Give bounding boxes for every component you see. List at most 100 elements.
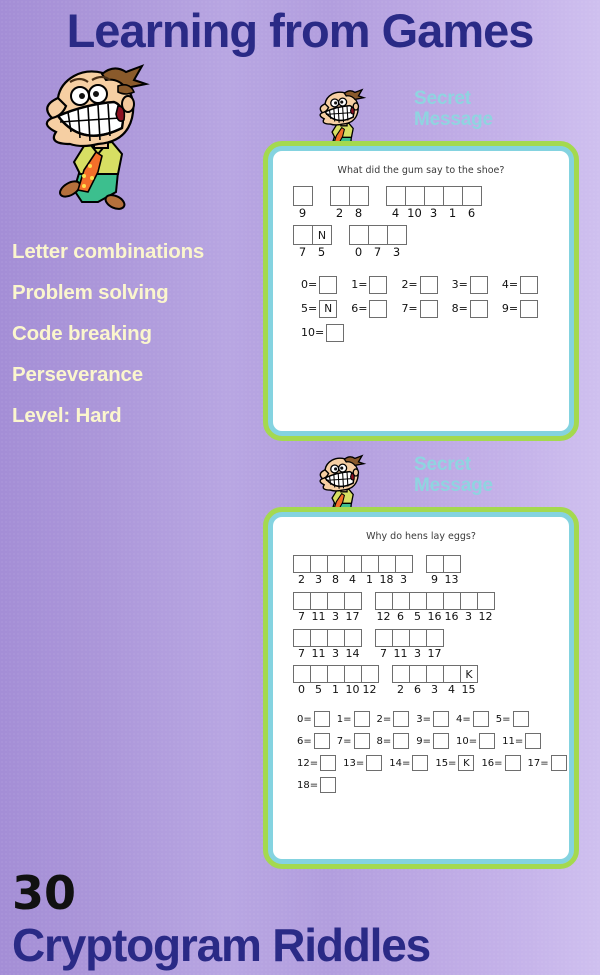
letter-box[interactable] [426,591,444,610]
letter-box[interactable] [293,555,311,573]
letter-box[interactable] [424,186,444,206]
key-box[interactable]: K [458,755,475,771]
letter-box[interactable] [392,628,410,647]
letter-box[interactable] [462,186,482,206]
key-label: 5= [495,713,511,725]
cipher-cell: 4 [386,186,406,220]
letter-box[interactable] [409,665,427,684]
letter-box[interactable] [361,555,379,573]
letter-box[interactable] [293,628,311,647]
letter-box[interactable] [344,555,362,573]
letter-box[interactable] [443,665,461,684]
letter-box[interactable] [443,591,461,610]
letter-box[interactable] [293,665,311,684]
letter-box[interactable] [344,628,362,647]
key-box[interactable] [419,299,438,318]
letter-box[interactable] [409,591,427,610]
cipher-number: 11 [311,609,326,623]
letter-box[interactable] [310,665,328,684]
key-box[interactable] [369,299,388,318]
key-box[interactable] [326,323,345,342]
key-box[interactable] [520,275,539,294]
cipher-number: 3 [332,646,339,660]
key-box[interactable] [319,275,338,294]
key-box[interactable] [550,755,567,771]
letter-box[interactable] [293,225,313,246]
cipher-number: 13 [444,573,459,586]
cipher-number: 3 [429,206,438,220]
key-box[interactable]: N [319,299,338,318]
letter-box[interactable] [409,628,427,647]
letter-box[interactable] [386,186,406,206]
letter-box[interactable] [375,628,393,647]
letter-box[interactable] [344,665,362,684]
letter-box[interactable] [344,591,362,610]
key-box[interactable] [313,733,330,749]
key-box[interactable] [353,711,370,727]
cipher-key-item: 9= [416,733,449,749]
letter-box[interactable] [327,665,345,684]
letter-box[interactable]: N [312,225,332,246]
letter-box[interactable] [426,555,444,573]
letter-box[interactable] [310,628,328,647]
letter-box[interactable] [477,591,495,610]
cipher-number: 12 [478,609,493,623]
letter-box[interactable] [392,665,410,684]
letter-box[interactable] [375,591,393,610]
letter-box[interactable] [426,665,444,684]
key-box[interactable] [469,275,488,294]
key-box[interactable] [433,711,449,727]
key-box[interactable] [504,755,521,771]
key-box[interactable] [313,711,330,727]
cipher-number: 5 [315,683,322,697]
key-box[interactable] [393,711,410,727]
letter-box[interactable] [349,225,369,246]
letter-box[interactable] [426,628,444,647]
key-box[interactable] [412,755,429,771]
letter-box[interactable] [405,186,425,206]
puzzle-card-1: Secret Message What did the gum say to t… [263,88,584,441]
cipher-cell: 5 [310,665,328,697]
key-box[interactable] [320,777,337,793]
letter-box[interactable] [293,186,313,206]
key-box[interactable] [512,711,529,727]
cipher-cell: 0 [293,665,311,697]
letter-box[interactable] [310,555,328,573]
cipher-number: 8 [354,206,363,220]
letter-box[interactable] [387,225,407,246]
letter-box[interactable] [349,186,369,206]
letter-box[interactable] [378,555,396,573]
letter-box[interactable] [443,555,461,573]
cipher-number: 7 [298,609,305,623]
letter-box[interactable] [368,225,388,246]
letter-box[interactable] [460,591,478,610]
letter-box[interactable] [395,555,413,573]
cipher-cell: 10 [405,186,425,220]
key-box[interactable] [520,299,539,318]
letter-box[interactable] [443,186,463,206]
letter-box[interactable] [327,628,345,647]
letter-box[interactable] [361,665,379,684]
key-box[interactable] [419,275,438,294]
key-box[interactable] [369,275,388,294]
key-box[interactable] [433,733,449,749]
letter-box[interactable] [392,591,410,610]
key-box[interactable] [320,755,337,771]
cipher-cell: N 5 [312,225,332,259]
letter-box[interactable] [327,555,345,573]
letter-box[interactable] [310,591,328,610]
key-box[interactable] [472,711,489,727]
letter-box[interactable] [293,591,311,610]
cipher-cell: 6 [462,186,482,220]
key-box[interactable] [353,733,370,749]
letter-box[interactable] [330,186,350,206]
key-box[interactable] [525,733,542,749]
cipher-cell: 11 [310,628,328,661]
letter-box[interactable]: K [460,665,478,684]
cipher-cell: 3 [327,591,345,624]
key-box[interactable] [479,733,496,749]
letter-box[interactable] [327,591,345,610]
key-box[interactable] [393,733,410,749]
key-box[interactable] [366,755,383,771]
key-box[interactable] [469,299,488,318]
